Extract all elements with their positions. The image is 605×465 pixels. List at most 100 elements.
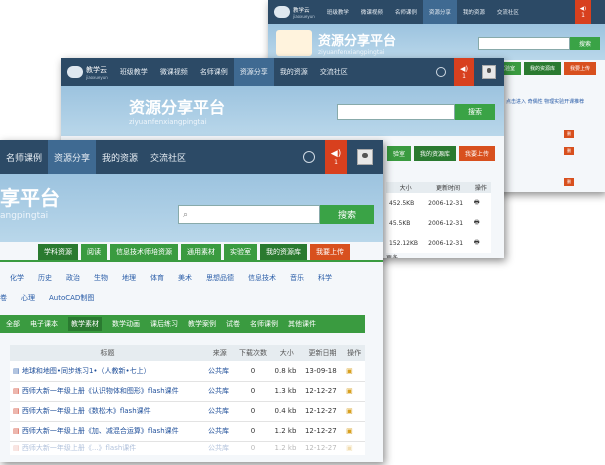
subject-link[interactable]: 信息技术 xyxy=(248,273,276,283)
nav-item[interactable]: 微课视频 xyxy=(154,58,194,86)
printer-icon[interactable]: 🖶 xyxy=(471,213,491,233)
search-button[interactable]: 搜索 xyxy=(570,37,600,50)
tab-it-training[interactable]: 信息技术师培资源 xyxy=(110,244,178,260)
search-bar: 搜索 xyxy=(478,37,600,50)
subject-link[interactable]: 体育 xyxy=(150,273,164,283)
nav-item[interactable]: 名师课例 xyxy=(389,0,423,24)
collect-icon[interactable]: ▣ xyxy=(343,361,365,381)
filter-tab[interactable]: 试卷 xyxy=(226,319,240,329)
banner: 资源分享平台 ziyuanfenxiangpingtai 搜索 xyxy=(268,24,605,60)
filter-tab[interactable]: 名师课例 xyxy=(250,319,278,329)
upload-button[interactable]: 我要上传 xyxy=(310,244,350,260)
nav-item[interactable]: 资源分享 xyxy=(48,140,97,174)
filter-tab[interactable]: 其他课件 xyxy=(288,319,316,329)
speaker-button[interactable]: ◀) 1 xyxy=(454,58,474,86)
tab-lab[interactable]: 实验室 xyxy=(224,244,257,260)
nav-item[interactable]: 班级教学 xyxy=(321,0,355,24)
brand-title: 享平台 angpingtai xyxy=(0,186,60,221)
delete-button[interactable]: 删 xyxy=(564,178,574,186)
nav-item[interactable]: 交流社区 xyxy=(144,140,192,174)
avatar[interactable] xyxy=(482,65,496,79)
filter-tab[interactable]: 电子课本 xyxy=(30,319,58,329)
tab-reading[interactable]: 阅读 xyxy=(81,244,107,260)
upload-button[interactable]: 我要上传 xyxy=(563,62,596,75)
search-input[interactable]: ⌕ xyxy=(178,205,320,224)
nav-item[interactable]: 交流社区 xyxy=(491,0,525,24)
resource-link[interactable]: 西师大新一年级上册《...》flash课件 xyxy=(22,444,136,452)
col-action: 操作 xyxy=(474,185,487,192)
globe-icon[interactable] xyxy=(303,151,315,163)
nav-item[interactable]: 我的资源 xyxy=(457,0,491,24)
filter-tab[interactable]: 数学动画 xyxy=(112,319,140,329)
nav-item[interactable]: 名师课例 xyxy=(0,140,48,174)
logo[interactable]: 教学云 jiaoxueyun xyxy=(268,0,321,24)
resource-link[interactable]: 西师大新一年级上册《认识物体和图形》flash课件 xyxy=(22,387,179,395)
logo[interactable]: 教学云 jiaoxueyun xyxy=(61,58,114,86)
more-link[interactable]: 更多 xyxy=(386,253,398,258)
resource-link[interactable]: 西师大新一年级上册《数松木》flash课件 xyxy=(22,407,151,415)
subject-list-2: 卷 心理 AutoCAD制图 xyxy=(0,293,94,303)
link-text[interactable]: 点击进入 奇偶性 物理实验开课推荐 xyxy=(506,98,584,105)
avatar[interactable] xyxy=(357,149,373,165)
resource-link[interactable]: 地球和地图•同步练习1•（人教新•七上） xyxy=(22,367,151,375)
subject-link[interactable]: 思想品德 xyxy=(206,273,234,283)
upload-button[interactable]: 我要上传 xyxy=(458,146,495,161)
flash-icon: ▤ xyxy=(13,387,22,395)
col-source: 来源 xyxy=(212,349,227,357)
table-row: 152.12KB 2006-12-31 🖶 xyxy=(386,233,491,253)
table-row: ▤ 西师大新一年级上册《数松木》flash课件 公共库 0 0.4 kb 12-… xyxy=(10,401,365,421)
nav-item[interactable]: 资源分享 xyxy=(422,0,457,24)
resource-link[interactable]: 西师大新一年级上册《加、减混合运算》flash课件 xyxy=(22,427,179,435)
filter-tab[interactable]: 教学案例 xyxy=(188,319,216,329)
collect-icon[interactable]: ▣ xyxy=(343,381,365,401)
subject-link[interactable]: 历史 xyxy=(38,273,52,283)
tab-subject[interactable]: 学科资源 xyxy=(38,244,78,260)
top-nav: 名师课例 资源分享 我的资源 交流社区 ◀) 1 xyxy=(0,140,383,174)
nav-item[interactable]: 名师课例 xyxy=(194,58,234,86)
search-button[interactable]: 搜索 xyxy=(455,104,495,120)
nav-item[interactable]: 交流社区 xyxy=(314,58,354,86)
printer-icon[interactable]: 🖶 xyxy=(471,193,491,213)
nav-item[interactable]: 班级教学 xyxy=(114,58,154,86)
printer-icon[interactable]: 🖶 xyxy=(471,233,491,253)
speaker-button[interactable]: ◀) 1 xyxy=(325,140,347,174)
front-window: 名师课例 资源分享 我的资源 交流社区 ◀) 1 享平台 angpingtai … xyxy=(0,140,383,462)
globe-icon[interactable] xyxy=(436,67,446,77)
subject-link[interactable]: 地理 xyxy=(122,273,136,283)
subject-link[interactable]: 科学 xyxy=(318,273,332,283)
nav-item[interactable]: 资源分享 xyxy=(233,58,274,86)
subject-link[interactable]: 生物 xyxy=(94,273,108,283)
subject-link[interactable]: 美术 xyxy=(178,273,192,283)
search-button[interactable]: 搜索 xyxy=(320,205,374,224)
nav-item[interactable]: 微课视频 xyxy=(355,0,389,24)
banner: 资源分享平台 ziyuanfenxiangpingtai 搜索 xyxy=(61,86,504,136)
subject-link[interactable]: 卷 xyxy=(0,293,7,303)
tab-my-library[interactable]: 我的资源库 xyxy=(523,62,561,75)
subject-link[interactable]: 心理 xyxy=(21,293,35,303)
col-size: 大小 xyxy=(279,349,294,357)
tab-general[interactable]: 通用素材 xyxy=(181,244,221,260)
tab-lab[interactable]: 验室 xyxy=(386,146,411,161)
collect-icon[interactable]: ▣ xyxy=(343,421,365,441)
subject-link[interactable]: 政治 xyxy=(66,273,80,283)
search-input[interactable] xyxy=(478,37,570,50)
subject-link[interactable]: AutoCAD制图 xyxy=(49,293,94,303)
collect-icon[interactable]: ▣ xyxy=(343,401,365,421)
search-icon: ⌕ xyxy=(183,209,189,220)
tab-my-library[interactable]: 我的资源库 xyxy=(260,244,307,260)
filter-tab[interactable]: 教学素材 xyxy=(68,317,102,331)
tab-my-library[interactable]: 我的资源库 xyxy=(413,146,456,161)
col-action: 操作 xyxy=(347,349,362,357)
search-input[interactable] xyxy=(337,104,455,120)
filter-tab[interactable]: 课后练习 xyxy=(150,319,178,329)
subject-link[interactable]: 音乐 xyxy=(290,273,304,283)
speaker-button[interactable]: ◀) 1 xyxy=(575,0,591,24)
collect-icon[interactable]: ▣ xyxy=(343,441,365,455)
nav-item[interactable]: 我的资源 xyxy=(274,58,314,86)
delete-button[interactable]: 删 xyxy=(564,147,574,155)
nav-item[interactable]: 我的资源 xyxy=(96,140,144,174)
filter-tab[interactable]: 全部 xyxy=(6,319,20,329)
delete-button[interactable]: 删 xyxy=(564,130,574,138)
subject-link[interactable]: 化学 xyxy=(10,273,24,283)
top-nav: 教学云 jiaoxueyun 班级教学 微课视频 名师课例 资源分享 我的资源 交… xyxy=(61,58,504,86)
